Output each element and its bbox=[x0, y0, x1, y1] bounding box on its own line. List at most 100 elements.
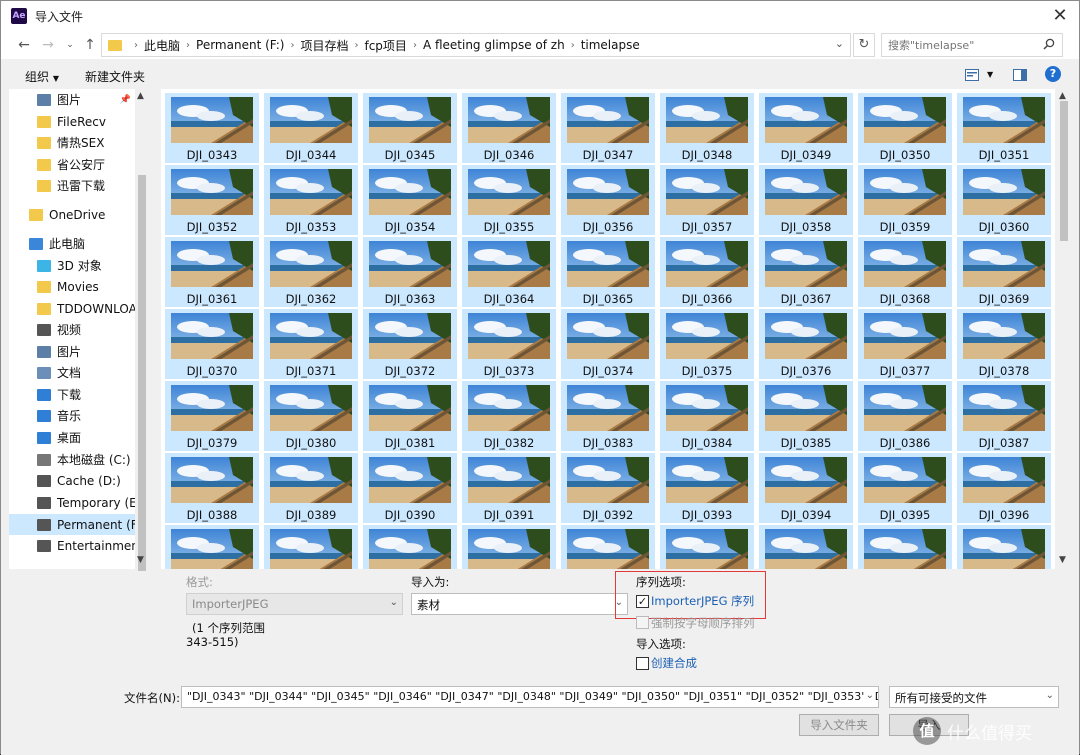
sequence-checkbox[interactable]: ✓ bbox=[636, 595, 649, 608]
file-thumbnail[interactable] bbox=[660, 525, 754, 569]
file-thumbnail[interactable]: DJI_0391 bbox=[462, 453, 556, 523]
file-thumbnail[interactable]: DJI_0375 bbox=[660, 309, 754, 379]
file-thumbnail[interactable]: DJI_0365 bbox=[561, 237, 655, 307]
up-arrow-icon[interactable]: ↑ bbox=[81, 35, 99, 55]
file-thumbnail[interactable]: DJI_0374 bbox=[561, 309, 655, 379]
nav-item[interactable]: FileRecv bbox=[9, 111, 135, 132]
nav-item[interactable]: TDDOWNLOAD bbox=[9, 298, 135, 319]
file-thumbnail[interactable]: DJI_0351 bbox=[957, 93, 1051, 163]
nav-item[interactable]: 下载 bbox=[9, 384, 135, 405]
nav-item[interactable]: Temporary (E:) bbox=[9, 492, 135, 513]
file-thumbnail[interactable]: DJI_0355 bbox=[462, 165, 556, 235]
file-thumbnail[interactable] bbox=[165, 525, 259, 569]
file-thumbnail[interactable]: DJI_0361 bbox=[165, 237, 259, 307]
organize-menu[interactable]: 组织 ▼ bbox=[25, 68, 59, 85]
file-thumbnail[interactable]: DJI_0367 bbox=[759, 237, 853, 307]
refresh-icon[interactable]: ↻ bbox=[853, 33, 875, 57]
file-thumbnail[interactable]: DJI_0346 bbox=[462, 93, 556, 163]
sequence-checkbox-label[interactable]: ImporterJPEG 序列 bbox=[651, 593, 754, 609]
file-type-select[interactable]: 所有可接受的文件 ⌄ bbox=[889, 686, 1059, 708]
file-thumbnail[interactable]: DJI_0394 bbox=[759, 453, 853, 523]
nav-item[interactable]: 桌面 bbox=[9, 427, 135, 448]
nav-item[interactable]: 省公安厅 bbox=[9, 154, 135, 175]
file-list-scrollbar[interactable]: ▲ ▼ bbox=[1057, 89, 1071, 569]
file-thumbnail[interactable]: DJI_0390 bbox=[363, 453, 457, 523]
forward-arrow-icon[interactable]: → bbox=[39, 35, 57, 55]
nav-item[interactable]: Cache (D:) bbox=[9, 470, 135, 491]
scroll-up-icon[interactable]: ▲ bbox=[137, 91, 144, 101]
file-thumbnail[interactable] bbox=[363, 525, 457, 569]
create-composition-label[interactable]: 创建合成 bbox=[651, 655, 697, 671]
file-thumbnail[interactable] bbox=[561, 525, 655, 569]
chevron-down-icon[interactable]: ⌄ bbox=[835, 37, 844, 50]
nav-item[interactable]: OneDrive bbox=[9, 204, 135, 225]
nav-item[interactable]: 本地磁盘 (C:) bbox=[9, 449, 135, 470]
file-thumbnail[interactable]: DJI_0389 bbox=[264, 453, 358, 523]
nav-item[interactable]: 图片 📌 bbox=[9, 89, 135, 110]
file-thumbnail[interactable]: DJI_0343 bbox=[165, 93, 259, 163]
new-folder-button[interactable]: 新建文件夹 bbox=[85, 68, 145, 85]
file-thumbnail[interactable]: DJI_0360 bbox=[957, 165, 1051, 235]
file-thumbnail[interactable]: DJI_0354 bbox=[363, 165, 457, 235]
nav-item[interactable]: Entertainment bbox=[9, 535, 135, 556]
file-thumbnail[interactable]: DJI_0359 bbox=[858, 165, 952, 235]
breadcrumb-project[interactable]: A fleeting glimpse of zh bbox=[423, 38, 565, 52]
file-thumbnail[interactable]: DJI_0371 bbox=[264, 309, 358, 379]
nav-item[interactable]: 此电脑 bbox=[9, 233, 135, 254]
file-thumbnail[interactable]: DJI_0349 bbox=[759, 93, 853, 163]
file-thumbnail[interactable]: DJI_0350 bbox=[858, 93, 952, 163]
file-thumbnail[interactable]: DJI_0387 bbox=[957, 381, 1051, 451]
file-thumbnail[interactable]: DJI_0377 bbox=[858, 309, 952, 379]
nav-item[interactable]: 3D 对象 bbox=[9, 255, 135, 276]
nav-item[interactable]: 情热SEX bbox=[9, 132, 135, 153]
create-composition-checkbox[interactable] bbox=[636, 657, 649, 670]
file-thumbnail[interactable]: DJI_0366 bbox=[660, 237, 754, 307]
close-icon[interactable]: ✕ bbox=[1049, 5, 1071, 27]
nav-item[interactable]: 迅雷下载 bbox=[9, 175, 135, 196]
help-icon[interactable]: ? bbox=[1045, 66, 1061, 82]
file-thumbnail[interactable]: DJI_0369 bbox=[957, 237, 1051, 307]
nav-item[interactable]: 图片 bbox=[9, 341, 135, 362]
scrollbar-thumb[interactable] bbox=[1060, 101, 1068, 241]
view-dropdown-caret-icon[interactable]: ▼ bbox=[987, 70, 993, 79]
file-thumbnail[interactable]: DJI_0378 bbox=[957, 309, 1051, 379]
file-thumbnail[interactable]: DJI_0353 bbox=[264, 165, 358, 235]
file-thumbnail[interactable]: DJI_0386 bbox=[858, 381, 952, 451]
address-bar[interactable]: › 此电脑 › Permanent (F:) › 项目存档 › fcp项目 › … bbox=[101, 33, 851, 57]
file-thumbnail[interactable]: DJI_0370 bbox=[165, 309, 259, 379]
nav-item[interactable]: Movies bbox=[9, 276, 135, 297]
breadcrumb-archive[interactable]: 项目存档 bbox=[300, 37, 348, 54]
search-input[interactable] bbox=[881, 33, 1063, 57]
file-thumbnail[interactable]: DJI_0358 bbox=[759, 165, 853, 235]
file-thumbnail[interactable]: DJI_0364 bbox=[462, 237, 556, 307]
file-thumbnail[interactable]: DJI_0385 bbox=[759, 381, 853, 451]
chevron-down-icon[interactable]: ⌄ bbox=[863, 690, 874, 701]
preview-pane-icon[interactable] bbox=[1013, 69, 1027, 81]
import-folder-button[interactable]: 导入文件夹 bbox=[799, 714, 879, 736]
file-thumbnail[interactable]: DJI_0393 bbox=[660, 453, 754, 523]
nav-item[interactable]: Permanent (F:) bbox=[9, 514, 135, 535]
recent-locations-chevron-icon[interactable]: ⌄ bbox=[61, 35, 79, 55]
file-thumbnail[interactable]: DJI_0388 bbox=[165, 453, 259, 523]
import-as-select[interactable]: 素材 ⌄ bbox=[411, 593, 628, 615]
file-thumbnail[interactable] bbox=[858, 525, 952, 569]
breadcrumb-drive[interactable]: Permanent (F:) bbox=[196, 38, 284, 52]
file-thumbnail[interactable]: DJI_0380 bbox=[264, 381, 358, 451]
file-thumbnail[interactable]: DJI_0372 bbox=[363, 309, 457, 379]
scroll-down-icon[interactable]: ▼ bbox=[137, 555, 144, 565]
file-thumbnail[interactable]: DJI_0357 bbox=[660, 165, 754, 235]
nav-item[interactable]: 音乐 bbox=[9, 405, 135, 426]
breadcrumb-this-pc[interactable]: 此电脑 bbox=[144, 37, 180, 54]
file-thumbnail[interactable]: DJI_0381 bbox=[363, 381, 457, 451]
file-thumbnail[interactable]: DJI_0368 bbox=[858, 237, 952, 307]
file-thumbnail[interactable]: DJI_0383 bbox=[561, 381, 655, 451]
file-thumbnail[interactable]: DJI_0363 bbox=[363, 237, 457, 307]
file-thumbnail[interactable]: DJI_0356 bbox=[561, 165, 655, 235]
back-arrow-icon[interactable]: ← bbox=[15, 35, 33, 55]
file-thumbnail[interactable]: DJI_0347 bbox=[561, 93, 655, 163]
file-thumbnail[interactable]: DJI_0345 bbox=[363, 93, 457, 163]
scroll-up-icon[interactable]: ▲ bbox=[1059, 91, 1066, 101]
breadcrumb-timelapse[interactable]: timelapse bbox=[581, 38, 640, 52]
scrollbar-thumb[interactable] bbox=[138, 175, 146, 615]
file-thumbnail[interactable]: DJI_0384 bbox=[660, 381, 754, 451]
